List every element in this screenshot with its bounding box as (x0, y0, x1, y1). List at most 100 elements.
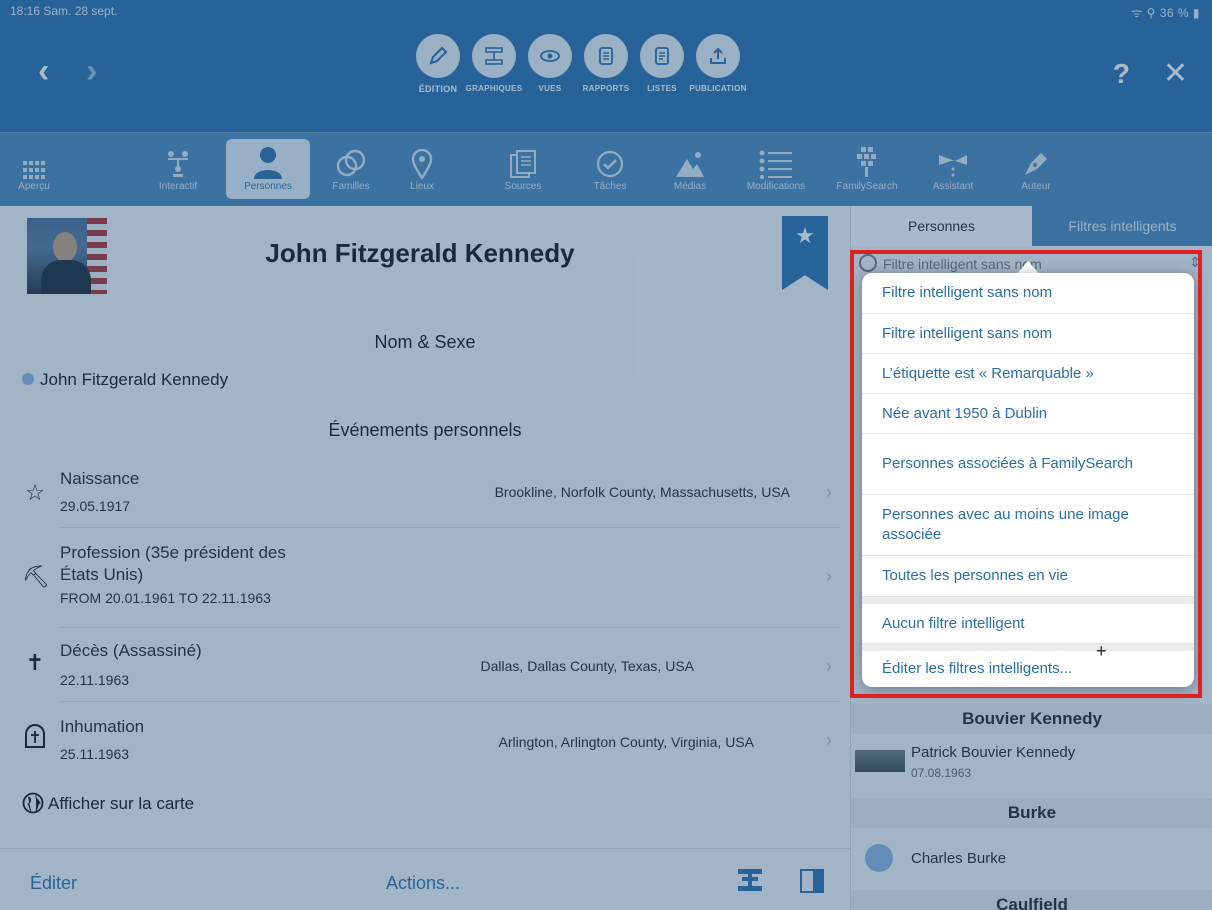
documents-icon (488, 139, 558, 179)
tab-medias[interactable]: Médias (660, 139, 720, 199)
menu-item-edit-filters[interactable]: Éditer les filtres intelligents... (862, 644, 1194, 687)
tab-familles[interactable]: Familles (318, 139, 384, 199)
tab-apercu[interactable]: Aperçu (4, 139, 64, 199)
gender-dot-icon (22, 373, 34, 385)
person-name-title: John Fitzgerald Kennedy (265, 238, 575, 268)
name-value: John Fitzgerald Kennedy (40, 370, 229, 389)
edit-button[interactable]: Éditer (30, 873, 77, 894)
event-title-continued: États Unis) (60, 565, 144, 584)
tab-auteur[interactable]: Auteur (1006, 139, 1066, 199)
menu-item-filter-living[interactable]: Toutes les personnes en vie (862, 556, 1194, 597)
list-item[interactable]: Patrick Bouvier Kennedy 07.08.1963 (851, 736, 1212, 792)
status-bar: 18:16 Sam. 28 sept. ᯤ ⚲ 36 % ▮ (0, 0, 1212, 22)
event-date: 25.11.1963 (60, 746, 130, 762)
tombstone-icon (22, 724, 48, 754)
menu-item-filter-unnamed-1[interactable]: Filtre intelligent sans nom (862, 273, 1194, 314)
group-header: Caulfield (851, 890, 1212, 910)
tab-personnes[interactable]: Personnes (226, 139, 310, 199)
section-title-name: Nom & Sexe (374, 332, 476, 352)
tab-label: Interactif (158, 181, 198, 192)
tab-smart-filters[interactable]: Filtres intelligents (1032, 206, 1212, 246)
crosshair-cursor-icon: + (1096, 641, 1107, 661)
person-name: Charles Burke (911, 850, 1007, 867)
person-date: 07.08.1963 (911, 766, 972, 780)
mode-label: PUBLICATION (689, 84, 747, 93)
person-photo[interactable] (27, 218, 107, 294)
event-row-death[interactable]: ✝ Décès (Assassiné) 22.11.1963 Dallas, D… (0, 628, 850, 702)
tab-modifications[interactable]: Modifications (728, 139, 824, 199)
gender-dot-icon (865, 844, 893, 872)
menu-item-filter-remarkable[interactable]: L’étiquette est « Remarquable » (862, 354, 1194, 394)
tab-label: Modifications (746, 181, 806, 192)
pickaxe-icon: ⛏ (22, 564, 50, 589)
tab-label: Auteur (1021, 181, 1051, 192)
tab-sources[interactable]: Sources (488, 139, 558, 199)
tab-familysearch[interactable]: FamilySearch (826, 139, 908, 199)
event-title: Décès (Assassiné) (60, 641, 202, 660)
tab-assistant[interactable]: Assistant (918, 139, 988, 199)
person-detail-panel: John Fitzgerald Kennedy ★ Nom & Sexe Joh… (0, 206, 850, 910)
app-window: 18:16 Sam. 28 sept. ᯤ ⚲ 36 % ▮ ‹ › ÉDITI… (0, 0, 1212, 910)
event-date: FROM 20.01.1961 TO 22.11.1963 (60, 590, 271, 606)
actions-button[interactable]: Actions... (386, 873, 460, 894)
pencil-icon (416, 34, 460, 78)
tree-icon (146, 139, 210, 179)
event-place: Arlington, Arlington County, Virginia, U… (498, 734, 754, 750)
list-document-icon (640, 34, 684, 78)
rings-icon (318, 139, 384, 179)
mountain-icon (660, 139, 720, 179)
event-date: 22.11.1963 (60, 672, 130, 688)
event-row-birth[interactable]: ☆ Naissance 29.05.1917 Brookline, Norfol… (0, 464, 850, 528)
close-button[interactable]: ✕ (1163, 56, 1188, 91)
tree-view-icon[interactable] (738, 869, 762, 897)
group-header: Burke (851, 798, 1212, 828)
list-item[interactable]: Charles Burke (851, 838, 1212, 878)
event-date: 29.05.1917 (60, 498, 131, 514)
tab-taches[interactable]: Tâches (580, 139, 640, 199)
event-row-burial[interactable]: Inhumation 25.11.1963 Arlington, Arlingt… (0, 702, 850, 776)
bookmark-star-icon[interactable]: ★ (782, 216, 828, 290)
familysearch-tree-icon (826, 139, 908, 179)
section-title-events: Événements personnels (328, 420, 522, 440)
globe-icon (22, 792, 44, 819)
star-outline-icon: ☆ (25, 480, 45, 505)
event-title: Inhumation (60, 717, 145, 736)
tab-lieux[interactable]: Lieux (392, 139, 452, 199)
event-row-profession[interactable]: ⛏ Profession (35e président des États Un… (0, 528, 850, 628)
show-on-map-link[interactable]: Afficher sur la carte (22, 792, 194, 819)
upload-icon (696, 34, 740, 78)
show-on-map-label: Afficher sur la carte (48, 794, 195, 813)
help-button[interactable]: ? (1113, 58, 1130, 90)
back-arrow-icon[interactable]: ‹ (38, 54, 49, 88)
event-place: Brookline, Norfolk County, Massachusetts… (494, 484, 790, 500)
tab-label: FamilySearch (836, 181, 898, 192)
mode-publication[interactable]: PUBLICATION (680, 34, 756, 93)
tab-label: Personnes (244, 181, 292, 192)
list-icon (728, 139, 824, 179)
filter-settings-icon (859, 254, 877, 272)
menu-item-no-filter[interactable]: Aucun filtre intelligent (862, 597, 1194, 644)
chart-icon (472, 34, 516, 78)
menu-item-filter-unnamed-2[interactable]: Filtre intelligent sans nom (862, 314, 1194, 354)
person-icon (226, 139, 310, 179)
name-row[interactable]: John Fitzgerald Kennedy (22, 370, 228, 390)
status-indicators: ᯤ ⚲ 36 % ▮ (1131, 6, 1200, 20)
menu-item-filter-with-image[interactable]: Personnes avec au moins une image associ… (862, 495, 1194, 556)
person-thumbnail (855, 750, 905, 772)
chevron-right-icon: › (826, 730, 832, 750)
chevron-right-icon: › (826, 656, 832, 676)
menu-item-filter-dublin[interactable]: Née avant 1950 à Dublin (862, 394, 1194, 434)
person-name: Patrick Bouvier Kennedy (911, 744, 1076, 761)
tab-persons[interactable]: Personnes (851, 206, 1032, 246)
tab-label: Tâches (593, 181, 627, 192)
document-icon (584, 34, 628, 78)
event-title: Profession (35e président des (60, 543, 286, 562)
grid-icon (4, 139, 64, 179)
sidebar-segmented-control: Personnes Filtres intelligents (851, 206, 1212, 246)
menu-item-filter-familysearch[interactable]: Personnes associées à FamilySearch (862, 434, 1194, 495)
chevron-right-icon: › (826, 566, 832, 586)
checkmark-circle-icon (580, 139, 640, 179)
forward-arrow-icon[interactable]: › (86, 54, 97, 88)
sidebar-toggle-icon[interactable] (800, 869, 824, 899)
tab-interactif[interactable]: Interactif (146, 139, 210, 199)
